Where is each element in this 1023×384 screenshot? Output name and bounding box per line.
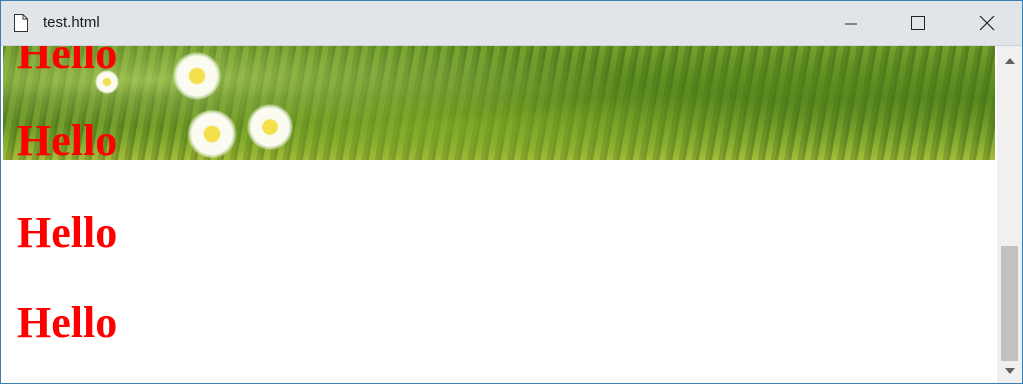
vertical-scrollbar[interactable] — [997, 46, 1022, 383]
document-icon — [13, 13, 29, 33]
close-icon — [979, 15, 995, 31]
hello-heading: Hello — [17, 46, 118, 78]
minimize-icon — [844, 16, 858, 30]
title-bar[interactable]: test.html — [1, 1, 1022, 46]
hello-heading: Hello — [17, 298, 118, 347]
page-content: Hello Hello Hello Hello — [1, 46, 997, 383]
flower-image — [247, 104, 293, 150]
hello-heading: Hello — [17, 116, 118, 165]
scroll-up-arrow-icon[interactable] — [1005, 58, 1015, 64]
window-title: test.html — [43, 14, 100, 31]
grass-background-image — [3, 46, 995, 160]
browser-window: test.html Hello Hello Hello Hello — [0, 0, 1023, 384]
flower-image — [173, 52, 221, 100]
close-button[interactable] — [952, 1, 1022, 45]
maximize-icon — [910, 15, 926, 31]
scrollbar-thumb[interactable] — [1001, 246, 1018, 361]
scroll-down-arrow-icon[interactable] — [1005, 368, 1015, 374]
hello-heading: Hello — [17, 208, 118, 257]
flower-image — [187, 110, 237, 158]
maximize-button[interactable] — [883, 1, 953, 45]
minimize-button[interactable] — [816, 1, 886, 45]
